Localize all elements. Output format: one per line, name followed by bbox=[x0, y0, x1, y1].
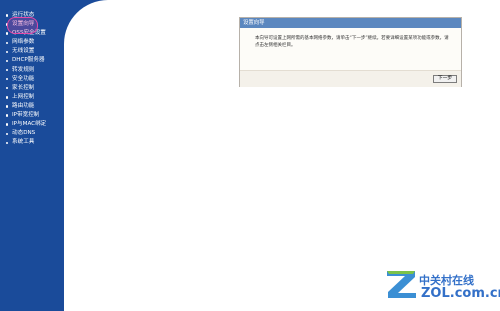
zol-watermark: 中关村在线 ZOL.com.cn bbox=[385, 266, 500, 306]
bullet-icon bbox=[6, 14, 9, 17]
sidebar-menu: 运行状态 设置向导 QSS安全设置 网络参数 无线设置 DHCP服务器 转发规则… bbox=[6, 11, 64, 147]
sidebar-item-security[interactable]: 安全功能 bbox=[6, 75, 64, 84]
sidebar-item-label: IP与MAC绑定 bbox=[12, 121, 47, 128]
sidebar-item-forwarding[interactable]: 转发规则 bbox=[6, 66, 64, 75]
bullet-icon bbox=[6, 96, 9, 99]
bullet-icon bbox=[6, 141, 9, 144]
bullet-icon bbox=[6, 32, 9, 35]
sidebar-item-label: QSS安全设置 bbox=[12, 30, 46, 37]
bullet-icon bbox=[6, 105, 9, 108]
bullet-icon bbox=[6, 132, 9, 135]
sidebar-item-network[interactable]: 网络参数 bbox=[6, 38, 64, 47]
sidebar-item-dhcp[interactable]: DHCP服务器 bbox=[6, 56, 64, 65]
bullet-icon bbox=[6, 23, 9, 26]
sidebar-item-ddns[interactable]: 动态DNS bbox=[6, 129, 64, 138]
bullet-icon bbox=[6, 50, 9, 54]
sidebar-item-setup-wizard[interactable]: 设置向导 bbox=[6, 20, 64, 29]
sidebar-item-label: 系统工具 bbox=[12, 139, 35, 146]
bullet-icon bbox=[6, 87, 9, 90]
sidebar-item-label: 转发规则 bbox=[12, 66, 35, 73]
sidebar-item-label: 家长控制 bbox=[12, 84, 35, 91]
wizard-panel: 设置向导 本向导可设置上网所需的基本网络参数，请单击“下一步”继续。若要详细设置… bbox=[239, 17, 462, 87]
zol-logo-icon bbox=[387, 271, 416, 298]
next-button[interactable]: 下一步 bbox=[433, 75, 457, 83]
sidebar-item-access-control[interactable]: 上网控制 bbox=[6, 93, 64, 102]
sidebar-item-label: 安全功能 bbox=[12, 75, 35, 82]
sidebar-item-label: 网络参数 bbox=[12, 39, 35, 46]
panel-title: 设置向导 bbox=[240, 18, 461, 28]
bullet-icon bbox=[6, 41, 9, 44]
sidebar-item-label: 无线设置 bbox=[12, 48, 35, 55]
bullet-icon bbox=[6, 123, 9, 126]
sidebar-item-label: 设置向导 bbox=[12, 21, 35, 28]
sidebar-item-label: IP带宽控制 bbox=[12, 112, 40, 119]
bullet-icon bbox=[6, 77, 9, 81]
sidebar-item-label: 路由功能 bbox=[12, 102, 35, 109]
sidebar-item-status[interactable]: 运行状态 bbox=[6, 11, 64, 20]
bullet-icon bbox=[6, 59, 9, 63]
watermark-brand-en: ZOL.com.cn bbox=[421, 286, 500, 301]
panel-footer: 下一步 bbox=[240, 70, 461, 87]
sidebar-item-parental-control[interactable]: 家长控制 bbox=[6, 84, 64, 93]
sidebar-item-qss[interactable]: QSS安全设置 bbox=[6, 29, 64, 38]
sidebar-item-label: 动态DNS bbox=[12, 130, 36, 137]
sidebar-item-label: DHCP服务器 bbox=[12, 57, 45, 64]
wizard-description: 本向导可设置上网所需的基本网络参数，请单击“下一步”继续。若要详细设置某项功能或… bbox=[255, 36, 449, 49]
bullet-icon bbox=[6, 68, 9, 72]
sidebar-item-routing[interactable]: 路由功能 bbox=[6, 102, 64, 111]
sidebar-item-label: 运行状态 bbox=[12, 12, 35, 18]
sidebar-item-label: 上网控制 bbox=[12, 93, 35, 100]
bullet-icon bbox=[6, 114, 9, 117]
sidebar-item-bandwidth[interactable]: IP带宽控制 bbox=[6, 111, 64, 120]
sidebar-item-wireless[interactable]: 无线设置 bbox=[6, 47, 64, 56]
sidebar-item-system-tools[interactable]: 系统工具 bbox=[6, 138, 64, 147]
sidebar-item-ip-mac-binding[interactable]: IP与MAC绑定 bbox=[6, 120, 64, 129]
